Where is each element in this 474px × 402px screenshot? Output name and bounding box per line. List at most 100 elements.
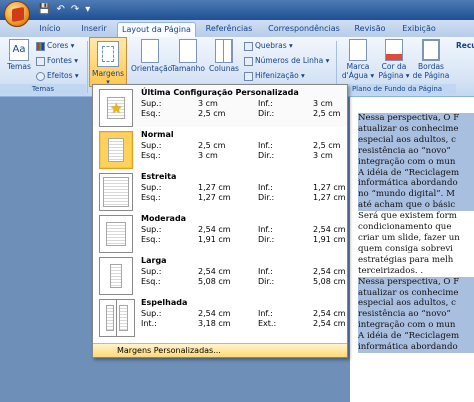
marca-dagua-button[interactable]: Marca d'Água ▾ [340,39,376,80]
orientacao-button[interactable]: Orientação [131,39,173,73]
value-sup: 2,54 cm [198,309,231,318]
tamanho-button[interactable]: Tamanho [171,39,205,73]
line-numbers-icon [244,56,253,66]
tab-inserir[interactable]: Inserir [72,22,116,37]
value-inf: 2,54 cm [313,309,346,318]
value-inf: 2,54 cm [313,225,346,234]
label-inf: Inf.: [258,267,273,276]
fontes-button[interactable]: Fontes ▾ [36,55,78,67]
label-sup: Sup.: [141,141,162,150]
group-label-temas: Temas [0,84,86,95]
tab-referencias[interactable]: Referências [198,22,260,37]
margin-option-larga[interactable]: Larga Sup.: 2,54 cm Inf.: 2,54 cm Esq.: … [93,253,347,295]
quick-access-toolbar: 💾 ↶ ↷ ▾ [38,3,90,17]
value-dir: 1,91 cm [313,235,346,244]
colors-icon [36,41,45,51]
redo-icon[interactable]: ↷ [71,3,79,17]
value-sup: 2,54 cm [198,267,231,276]
numeros-linha-label: Números de Linha ▾ [255,56,330,65]
size-icon [179,39,197,63]
label-inf: Inf.: [258,183,273,192]
moderate-margin-icon [99,215,133,253]
quebras-label: Quebras ▾ [255,41,293,50]
fontes-label: Fontes ▾ [47,56,78,65]
doc-line: informática abordando [358,178,474,190]
doc-line: Nessa perspectiva, O F [358,113,474,124]
label-inf: Inf.: [258,141,273,150]
quebras-button[interactable]: Quebras ▾ [244,40,293,52]
label-ext: Ext.: [258,319,277,328]
columns-icon [215,39,233,63]
value-dir: 5,08 cm [313,277,346,286]
option-title: Larga [141,256,167,265]
margens-label: Margens [91,69,125,78]
label-dir: Dir.: [258,277,275,286]
margin-option-estreita[interactable]: Estreita Sup.: 1,27 cm Inf.: 1,27 cm Esq… [93,169,347,211]
option-title: Estreita [141,172,177,181]
label-inf: Inf.: [258,309,273,318]
margins-dropdown: ★ Última Configuração Personalizada Sup.… [92,84,348,358]
mirrored-margin-icon [99,299,135,337]
value-ext: 2,54 cm [313,319,346,328]
doc-line: Nessa perspectiva, O F [358,276,474,288]
bordas-label-2: de Página [412,71,450,80]
office-button[interactable] [4,1,30,27]
document-text[interactable]: Nessa perspectiva, O F atualizar os conh… [358,113,474,353]
option-title: Normal [141,130,174,139]
breaks-icon [244,41,253,51]
margens-personalizadas-button[interactable]: Margens Personalizadas... [93,343,347,357]
orientacao-label: Orientação [131,64,173,73]
doc-line: estratégias para melh [358,254,454,265]
numeros-de-linha-button[interactable]: Números de Linha ▾ [244,55,329,67]
efeitos-button[interactable]: Efeitos ▾ [36,70,79,82]
hifenizacao-button[interactable]: Hifenização ▾ [244,70,305,82]
document-page[interactable]: Nessa perspectiva, O F atualizar os conh… [350,97,474,402]
cores-button[interactable]: Cores ▾ [36,40,74,52]
bordas-de-pagina-button[interactable]: Bordas de Página [412,39,450,80]
option-title: Moderada [141,214,187,223]
save-icon[interactable]: 💾 [38,3,50,17]
watermark-icon [349,39,367,61]
value-dir: 3 cm [313,151,333,160]
themes-icon: Aa [9,39,29,61]
margin-option-normal[interactable]: Normal Sup.: 2,5 cm Inf.: 2,5 cm Esq.: 3… [93,127,347,169]
doc-line: Será que existem form [358,211,457,222]
option-title: Espelhada [141,298,188,307]
value-sup: 2,5 cm [198,141,226,150]
ribbon-separator [87,41,88,93]
tab-inicio[interactable]: Início [30,22,70,37]
value-esq: 1,91 cm [198,235,231,244]
tab-correspondencias[interactable]: Correspondências [262,22,346,37]
label-esq: Esq.: [141,277,161,286]
margin-option-ultima[interactable]: ★ Última Configuração Personalizada Sup.… [93,85,347,127]
label-dir: Dir.: [258,151,275,160]
doc-line: A idéia de “Reciclagem [358,167,474,179]
colunas-button[interactable]: Colunas [207,39,241,73]
doc-line: resistência ao “novo” [358,309,474,321]
doc-line: integração com o mun [358,156,474,168]
tab-revisao[interactable]: Revisão [348,22,392,37]
temas-button[interactable]: Aa Temas [6,39,32,71]
marca-label-2: d'Água ▾ [341,71,375,80]
value-esq: 5,08 cm [198,277,231,286]
margin-option-moderada[interactable]: Moderada Sup.: 2,54 cm Inf.: 2,54 cm Esq… [93,211,347,253]
colunas-label: Colunas [209,64,239,73]
undo-icon[interactable]: ↶ [56,3,64,17]
tab-exibicao[interactable]: Exibição [394,22,444,37]
tab-layout-da-pagina[interactable]: Layout da Página [117,22,196,37]
doc-line: resistência ao “novo” [358,145,474,157]
wide-margin-icon [99,257,133,295]
hifenizacao-label: Hifenização ▾ [255,71,305,80]
value-dir: 2,5 cm [313,109,341,118]
doc-line: integração com o mun [358,320,474,332]
cor-da-pagina-button[interactable]: Cor da Página ▾ [376,39,412,80]
title-bar: 💾 ↶ ↷ ▾ [0,0,474,27]
hyphenation-icon [244,71,253,81]
customize-toolbar-icon[interactable]: ▾ [85,3,90,17]
doc-line: atualizar os conhecime [358,123,474,135]
cores-label: Cores ▾ [47,41,75,50]
label-esq: Esq.: [141,109,161,118]
value-esq: 1,27 cm [198,193,231,202]
margens-button[interactable]: Margens ▾ [89,37,127,87]
margin-option-espelhada[interactable]: Espelhada Sup.: 2,54 cm Inf.: 2,54 cm In… [93,295,347,337]
